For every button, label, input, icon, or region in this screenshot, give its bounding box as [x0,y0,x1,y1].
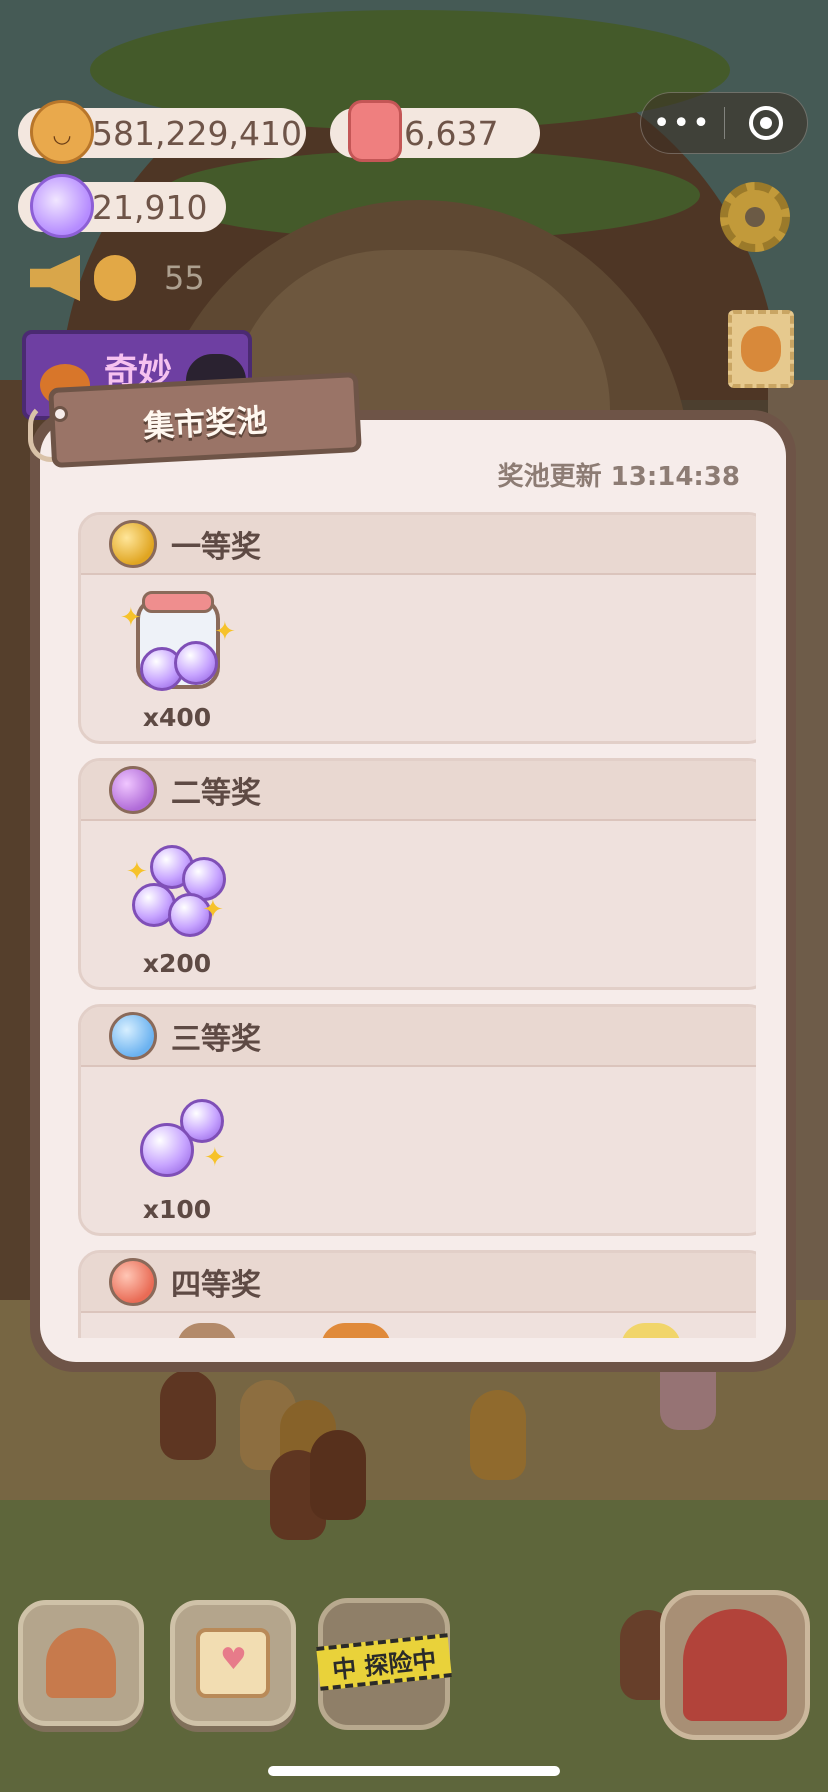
stamp-face [741,326,781,372]
stamp-card-icon[interactable] [728,310,794,388]
notice-count: 55 [164,259,205,297]
tier-title: 四等奖 [171,1268,261,1303]
prize-pool-panel: 奖池更新 13:14:38 一等奖 ✦ ✦ x400 二等奖 ✦ ✦ x200 … [40,420,786,1362]
pool-refresh-timer: 奖池更新 13:14:38 [497,462,740,492]
candle-amount: 6,637 [404,113,499,153]
prize-tier-first: 一等奖 ✦ ✦ x400 [78,512,756,744]
reward-quantity: x200 [142,949,212,978]
tier-title: 三等奖 [171,1022,261,1057]
modal-title-tag: 集市奖池 [22,371,366,469]
prize-tier-list[interactable]: 一等奖 ✦ ✦ x400 二等奖 ✦ ✦ x200 三等奖 ✦ x100 四等奖 [60,512,756,1338]
reward-item[interactable]: ✦ ✦ x200 [117,837,237,978]
cookie-coin-icon [30,100,94,164]
candy-piece [174,641,218,685]
settings-gear-icon[interactable] [720,182,790,252]
coin-amount: 581,229,410 [92,113,302,153]
tier-title: 一等奖 [171,530,261,565]
reward-item-partial[interactable] [321,1323,391,1338]
candle-icon [348,100,402,162]
sparkle-icon: ✦ [204,1143,226,1173]
diary-button[interactable] [170,1600,296,1726]
miniprogram-capsule: ••• [640,92,808,154]
house-button[interactable] [18,1600,144,1726]
candy-icon [30,174,94,238]
prize-pool-modal: 奖池更新 13:14:38 一等奖 ✦ ✦ x400 二等奖 ✦ ✦ x200 … [30,410,796,1372]
notice-row[interactable]: 55 [30,255,205,301]
sparkle-icon: ✦ [120,603,142,633]
theater-stage-icon [683,1609,787,1721]
modal-title: 集市奖池 [142,402,269,445]
sparkle-icon: ✦ [126,857,148,887]
tier-header: 三等奖 [81,1007,756,1067]
sparkle-icon: ✦ [202,895,224,925]
tag-hole [52,406,68,422]
home-indicator[interactable] [268,1766,560,1776]
theater-button[interactable] [660,1590,810,1740]
reward-item-partial[interactable] [177,1323,237,1338]
prize-tier-second: 二等奖 ✦ ✦ x200 [78,758,756,990]
exploring-tape-text: 中 探险中 [330,1645,438,1684]
jar-lid [142,591,214,613]
reward-item[interactable]: ✦ ✦ x400 [117,591,237,732]
prize-tier-fourth: 四等奖 [78,1250,756,1338]
candy-counter[interactable]: 21,910 [18,174,226,238]
cookie-face-icon [94,255,136,301]
prize-tier-third: 三等奖 ✦ x100 [78,1004,756,1236]
tier-header: 四等奖 [81,1253,756,1313]
reward-item[interactable]: ✦ x100 [117,1083,237,1224]
gold-orb-icon [109,520,157,568]
tier-header: 一等奖 [81,515,756,575]
candy-jar-icon: ✦ ✦ [120,591,236,701]
tier-title: 二等奖 [171,776,261,811]
candy-pile-icon: ✦ ✦ [122,837,232,947]
tier-header: 二等奖 [81,761,756,821]
close-miniprogram-button[interactable] [725,106,808,140]
sparkle-icon: ✦ [214,617,236,647]
mushroom-house-icon [46,1628,116,1698]
target-circle-icon [748,106,783,140]
red-orb-icon [109,1258,157,1306]
coin-counter[interactable]: 581,229,410 [18,100,306,164]
reward-item-partial[interactable] [621,1323,681,1338]
calendar-heart-icon [196,1628,270,1698]
candy-pair-icon: ✦ [122,1083,232,1193]
candy-amount: 21,910 [92,187,208,227]
megaphone-icon [30,255,80,301]
reward-quantity: x400 [142,703,212,732]
blue-orb-icon [109,1012,157,1060]
candy-piece [140,1123,194,1177]
purple-orb-icon [109,766,157,814]
reward-quantity: x100 [142,1195,212,1224]
candle-counter[interactable]: 6,637 [330,100,540,162]
tag-body: 集市奖池 [48,371,362,469]
more-menu-button[interactable]: ••• [641,106,724,141]
